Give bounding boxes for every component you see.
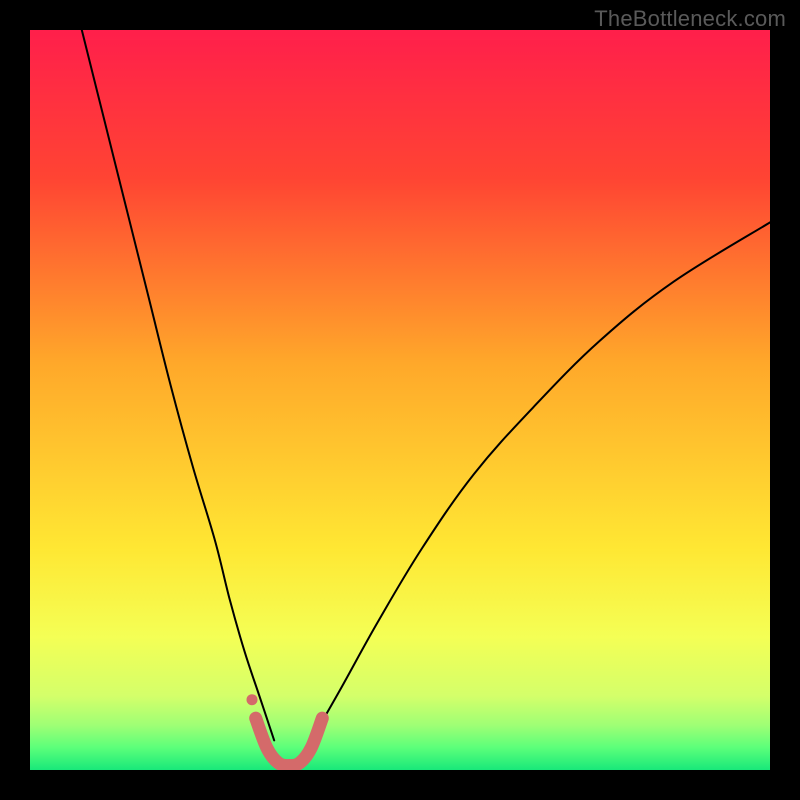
watermark-label: TheBottleneck.com (594, 6, 786, 32)
chart-frame: TheBottleneck.com (0, 0, 800, 800)
chart-background (30, 30, 770, 770)
bottleneck-chart (30, 30, 770, 770)
plot-area (30, 30, 770, 770)
marker-left-dot (247, 694, 258, 705)
